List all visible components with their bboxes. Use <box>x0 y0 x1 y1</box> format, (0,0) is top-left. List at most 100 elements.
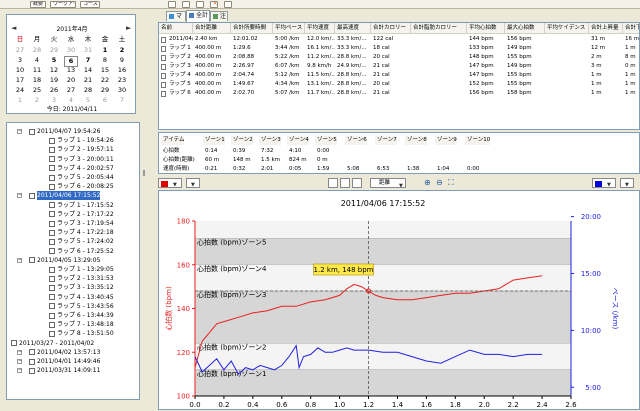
lap-table-header[interactable]: 合計脂肪カロリー <box>411 23 467 34</box>
lap-table-cell[interactable]: 2:08.88 <box>231 53 273 62</box>
calendar-day[interactable]: 31 <box>81 46 95 55</box>
tree-lap-item[interactable]: ラップ 8 - 13:51:50 <box>57 329 114 338</box>
tree-lap-item[interactable]: ラップ 3 - 20:00:11 <box>57 155 114 164</box>
tab-notes[interactable]: 注 <box>210 11 228 21</box>
pane-splitter[interactable] <box>140 10 152 400</box>
lap-table-cell[interactable] <box>411 89 467 98</box>
lap-table-header[interactable]: 合計所要時間 <box>231 23 273 34</box>
tree-lap-item[interactable]: ラップ 2 - 17:17:22 <box>57 210 114 219</box>
tree-lap-item[interactable]: ラップ 1 - 17:15:52 <box>57 201 114 210</box>
tree-lap-item[interactable]: ラップ 6 - 13:44:39 <box>57 311 114 320</box>
fit-icon[interactable]: ⛶ <box>448 178 454 188</box>
next-month-button[interactable]: ► <box>126 24 131 32</box>
lap-table-cell[interactable]: 148 bpm <box>467 53 505 62</box>
lap-table-cell[interactable]: 158 bpm <box>505 89 545 98</box>
lap-table-cell[interactable]: 133 bpm <box>467 44 505 53</box>
lap-table-cell[interactable]: 12:01.02 <box>231 35 273 44</box>
left-series-color-picker[interactable]: ▼ <box>158 178 182 188</box>
lap-table-header[interactable]: 合計距離 <box>193 23 231 34</box>
tree-lap-item[interactable]: ラップ 4 - 13:40:45 <box>57 293 114 302</box>
tree-lap-item[interactable]: ラップ 3 - 13:35:12 <box>57 283 114 292</box>
left-series-select[interactable]: ▼ <box>186 178 200 188</box>
lap-table-cell[interactable]: 31 m <box>589 35 623 44</box>
lap-table-cell[interactable] <box>411 35 467 44</box>
lap-table-cell[interactable]: 1 m <box>623 89 639 98</box>
tree-lap-item[interactable]: ラップ 2 - 19:57:11 <box>57 145 114 154</box>
tree-workout-item[interactable]: 2011/04/01 14:49:46 <box>37 357 100 366</box>
tab-map[interactable]: マップ <box>166 11 186 38</box>
lap-table-cell[interactable]: 2.40 km <box>193 35 231 44</box>
lap-table-cell[interactable]: 11.2 km/... <box>305 53 335 62</box>
expand-toggle-icon[interactable]: − <box>17 368 22 374</box>
lap-table-cell[interactable]: 400.00 m <box>193 89 231 98</box>
tree-lap-item[interactable]: ラップ 5 - 13:43:56 <box>57 302 114 311</box>
lap-table-cell[interactable]: 12.0 km/... <box>305 35 335 44</box>
lap-table-cell[interactable]: 20 cal <box>371 80 411 89</box>
lap-table-cell[interactable]: 5:22 /km <box>273 53 305 62</box>
lap-table-cell[interactable]: 11.5 km/... <box>305 71 335 80</box>
lap-table-cell[interactable]: 8 m <box>623 53 639 62</box>
lap-table-cell[interactable]: 3 m <box>589 62 623 71</box>
lap-table-cell[interactable] <box>545 71 589 80</box>
lap-table-cell[interactable]: 149 bpm <box>505 44 545 53</box>
lap-table-cell[interactable]: 155 bpm <box>505 71 545 80</box>
tree-lap-item[interactable]: ラップ 6 - 17:25:52 <box>57 247 114 256</box>
lap-table-cell[interactable]: 2011/04/... <box>167 35 193 44</box>
lap-table-cell[interactable]: 400.00 m <box>193 80 231 89</box>
lap-table-header[interactable]: 最高速度 <box>335 23 371 34</box>
tree-lap-item[interactable]: ラップ 5 - 17:24:02 <box>57 237 114 246</box>
chart-svg[interactable]: 心拍数 (bpm)ゾーン1心拍数 (bpm)ゾーン2心拍数 (bpm)ゾーン3心… <box>159 191 639 411</box>
lap-table-cell[interactable]: 1:29.6 <box>231 44 273 53</box>
calendar-day[interactable]: 22 <box>98 76 112 85</box>
lap-table-cell[interactable]: 1 m <box>589 71 623 80</box>
calendar-day[interactable]: 27 <box>13 46 27 55</box>
lap-table-cell[interactable]: 1 m <box>589 89 623 98</box>
lap-table-cell[interactable]: 13.1 km/... <box>305 80 335 89</box>
lap-table-cell[interactable]: 18 cal <box>371 44 411 53</box>
calendar-day[interactable]: 21 <box>81 76 95 85</box>
tab-summary[interactable]: 全計 <box>186 10 210 22</box>
lap-table-cell[interactable] <box>411 80 467 89</box>
calendar-day[interactable]: 1 <box>98 46 112 55</box>
tree-lap-item[interactable]: ラップ 6 - 20:08:25 <box>57 182 114 191</box>
tree-workout-item[interactable]: 2011/03/31 14:09:11 <box>37 366 100 375</box>
lap-table-cell[interactable]: 3:44 /km <box>273 44 305 53</box>
lap-table-cell[interactable]: 1 m <box>623 44 639 53</box>
tree-workout-item[interactable]: 2011/04/05 13:29:05 <box>37 256 100 265</box>
lap-table-cell[interactable]: 2:02.70 <box>231 89 273 98</box>
tree-lap-item[interactable]: ラップ 1 - 19:54:26 <box>57 136 114 145</box>
lap-table-cell[interactable]: 20 cal <box>371 53 411 62</box>
lap-table-cell[interactable] <box>411 71 467 80</box>
calendar-day[interactable]: 11 <box>30 66 44 75</box>
lap-table-cell[interactable]: 33.3 km/... <box>335 44 371 53</box>
calendar-day[interactable]: 25 <box>30 86 44 95</box>
lap-table-cell[interactable]: 152 bpm <box>467 80 505 89</box>
lap-table-cell[interactable]: 9.8 km/h <box>305 62 335 71</box>
lap-table-cell[interactable] <box>411 62 467 71</box>
lap-table-cell[interactable]: 28.8 km/... <box>335 71 371 80</box>
lap-table-header[interactable]: 平均ケイデンス <box>545 23 589 34</box>
calendar-day[interactable]: 10 <box>13 66 27 75</box>
delete-icon[interactable]: ✕ <box>210 1 218 8</box>
calendar-day[interactable]: 7 <box>81 56 95 65</box>
lap-table-cell[interactable] <box>545 53 589 62</box>
lap-table-cell[interactable] <box>545 89 589 98</box>
calendar-day[interactable]: 2 <box>115 46 129 55</box>
lap-table-cell[interactable]: 4:34 /km <box>273 80 305 89</box>
lap-table-cell[interactable] <box>545 80 589 89</box>
lap-table-cell[interactable]: 0 m <box>623 62 639 71</box>
tree-workout-item[interactable]: 2011/03/27 - 2011/04/02 <box>19 339 94 348</box>
calendar-day[interactable]: 26 <box>47 86 61 95</box>
lap-table-cell[interactable]: 2 m <box>589 53 623 62</box>
expand-toggle-icon[interactable]: − <box>17 349 22 355</box>
chart-zoom-button[interactable] <box>340 178 350 188</box>
lap-table-cell[interactable]: 33.3 km/... <box>335 35 371 44</box>
lap-table-cell[interactable]: 24.9 km/... <box>335 62 371 71</box>
calendar-day[interactable]: 8 <box>98 56 112 65</box>
calendar-day[interactable]: 28 <box>81 86 95 95</box>
lap-table-cell[interactable]: 28.8 km/... <box>335 80 371 89</box>
tree-lap-item[interactable]: ラップ 5 - 20:05:44 <box>57 173 114 182</box>
toolbar-icon-3[interactable] <box>196 1 204 8</box>
lap-table-cell[interactable] <box>411 53 467 62</box>
workout-button[interactable]: ワークアウト <box>50 1 76 8</box>
